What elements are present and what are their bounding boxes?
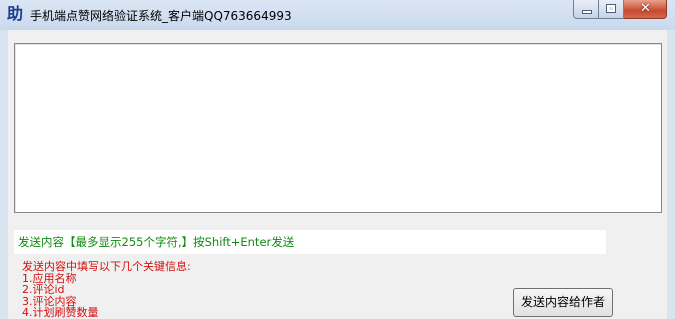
title-bar[interactable]: 助 手机端点赞网络验证系统_客户端QQ763664993 ✕ [0,0,675,30]
maximize-icon [606,4,616,13]
send-to-author-button[interactable]: 发送内容给作者 [513,288,613,317]
instruction-item: 1.应用名称 [22,271,77,285]
instructions-box[interactable]: 发送内容中填写以下几个关键信息: 1.应用名称 2.评论id 3.评论内容 4.… [14,258,494,319]
minimize-icon [583,11,591,13]
close-button[interactable]: ✕ [624,0,667,19]
send-content-input[interactable]: 发送内容【最多显示255个字符,】按Shift+Enter发送 [14,230,606,254]
instructions-heading: 发送内容中填写以下几个关键信息: [22,260,191,273]
client-area: 发送内容【最多显示255个字符,】按Shift+Enter发送 发送内容中填写以… [8,30,667,319]
window-title: 手机端点赞网络验证系统_客户端QQ763664993 [30,9,292,23]
message-output-box[interactable] [14,43,662,213]
minimize-button[interactable] [573,0,599,19]
instruction-item: 2.评论id [22,283,65,296]
window-controls: ✕ [573,0,667,20]
app-icon: 助 [7,4,24,23]
close-icon: ✕ [640,1,651,16]
maximize-button[interactable] [599,0,624,19]
instruction-item: 4.计划刷赞数量 [22,306,99,319]
app-window: 助 手机端点赞网络验证系统_客户端QQ763664993 ✕ 发送内容【最多显示… [0,0,675,319]
